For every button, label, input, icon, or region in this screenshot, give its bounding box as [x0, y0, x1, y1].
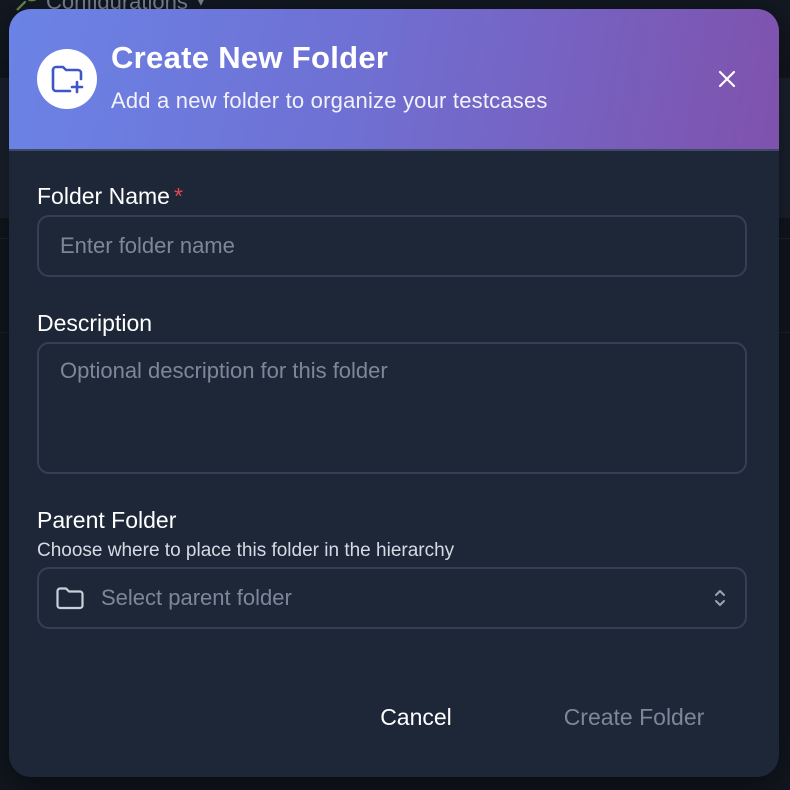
parent-folder-select[interactable]: Select parent folder: [37, 567, 747, 629]
folder-icon: [55, 585, 85, 611]
create-folder-dialog: Create New Folder Add a new folder to or…: [9, 9, 779, 777]
cancel-button[interactable]: Cancel: [361, 693, 471, 741]
parent-folder-placeholder: Select parent folder: [101, 585, 292, 610]
create-folder-button[interactable]: Create Folder: [541, 693, 727, 741]
parent-folder-helper: Choose where to place this folder in the…: [37, 540, 455, 561]
parent-folder-label: Parent Folder: [37, 507, 177, 533]
folder-plus-icon: [37, 49, 97, 109]
description-textarea[interactable]: [37, 342, 747, 474]
folder-name-label: Folder Name *: [37, 183, 183, 210]
close-button[interactable]: [711, 63, 743, 95]
close-icon: [718, 70, 736, 88]
dialog-subtitle: Add a new folder to organize your testca…: [111, 88, 548, 113]
description-label: Description: [37, 310, 153, 336]
folder-name-label-text: Folder Name: [37, 183, 170, 209]
folder-name-input[interactable]: [37, 215, 747, 277]
dialog-header: Create New Folder Add a new folder to or…: [9, 9, 779, 151]
chevron-up-down-icon: [711, 586, 729, 610]
required-marker: *: [173, 183, 183, 209]
chevron-down-icon: ▾: [197, 0, 204, 9]
dialog-title: Create New Folder: [111, 40, 389, 75]
